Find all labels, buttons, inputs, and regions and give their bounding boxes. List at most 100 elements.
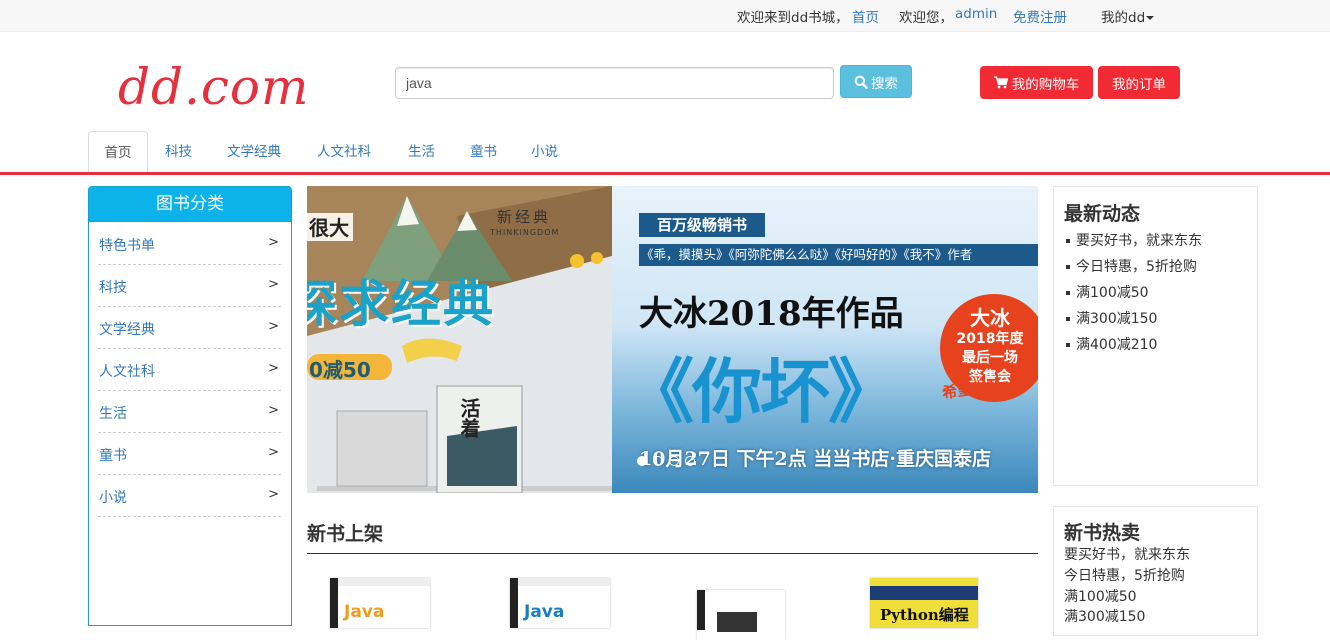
search-input[interactable] bbox=[395, 67, 834, 99]
top-bar: 欢迎来到dd书城， 首页 欢迎您， admin 免费注册 我的dd bbox=[0, 0, 1330, 32]
latest-news-panel: 最新动态 要买好书，就来东东 今日特惠，5折抢购 满100减50 满300减15… bbox=[1053, 186, 1258, 486]
news-item[interactable]: 满100减50 bbox=[1064, 282, 1149, 302]
category-label: 人文社科 bbox=[99, 364, 155, 380]
bullet-icon bbox=[1066, 343, 1070, 347]
logo-text: dd.com bbox=[118, 58, 310, 116]
news-item[interactable]: 满400减210 bbox=[1064, 334, 1157, 354]
tab-children[interactable]: 童书 bbox=[470, 131, 497, 173]
category-label: 小说 bbox=[99, 490, 127, 506]
bullet-icon bbox=[1066, 239, 1070, 243]
banner-corner-text: 很大 bbox=[309, 216, 349, 240]
news-item[interactable]: 满300减150 bbox=[1064, 308, 1157, 328]
sidebar-title: 图书分类 bbox=[89, 187, 291, 222]
my-dd-label: 我的dd bbox=[1101, 10, 1146, 26]
cover-title: Java bbox=[524, 602, 565, 622]
banner-art-left bbox=[307, 186, 612, 493]
banner-tag: 百万级畅销书 bbox=[639, 213, 765, 237]
category-item-literature[interactable]: 文学经典 > bbox=[98, 307, 281, 349]
hot-item[interactable]: 满100减50 bbox=[1064, 586, 1137, 606]
cart-button[interactable]: 我的购物车 bbox=[980, 66, 1093, 99]
search-button[interactable]: 搜索 bbox=[840, 65, 912, 98]
search-icon bbox=[854, 75, 868, 89]
tab-technology[interactable]: 科技 bbox=[165, 131, 192, 173]
banner-left-promo: 0减50 bbox=[309, 358, 371, 382]
banner-right-headline: 大冰2018年作品 bbox=[639, 294, 904, 334]
cover-band bbox=[330, 578, 430, 586]
search-button-label: 搜索 bbox=[871, 75, 898, 92]
category-item-featured[interactable]: 特色书单 > bbox=[98, 223, 281, 265]
bullet-icon bbox=[1066, 291, 1070, 295]
chevron-right-icon: > bbox=[268, 361, 279, 376]
caret-down-icon bbox=[1146, 16, 1155, 20]
badge-line-3: 最后一场 bbox=[962, 350, 1018, 366]
cover-spine bbox=[510, 578, 518, 628]
category-label: 特色书单 bbox=[99, 238, 155, 254]
banner-left-headline: 探求经典 bbox=[307, 275, 495, 333]
banner-slide-dabing[interactable]: 百万级畅销书 《乖，摸摸头》《阿弥陀佛么么哒》《好吗好的》《我不》作者 大冰20… bbox=[612, 186, 1038, 493]
banner-carousel[interactable]: 新经典 THINKINGDOM 很大 探求经典 0减50 活着 百万级畅销书 《… bbox=[307, 186, 1038, 493]
book-cover[interactable]: Java bbox=[330, 578, 430, 628]
cover-band bbox=[870, 586, 978, 600]
banner-book-name: 《你坏》 bbox=[624, 351, 898, 433]
chevron-right-icon: > bbox=[268, 235, 279, 250]
hot-item[interactable]: 今日特惠，5折抢购 bbox=[1064, 565, 1185, 585]
user-link[interactable]: admin bbox=[955, 6, 997, 22]
category-label: 科技 bbox=[99, 280, 127, 296]
category-item-novel[interactable]: 小说 > bbox=[98, 475, 281, 517]
book-cover[interactable] bbox=[697, 590, 785, 640]
home-link[interactable]: 首页 bbox=[852, 10, 879, 26]
carousel-indicator-1[interactable] bbox=[637, 456, 647, 466]
news-item[interactable]: 要买好书，就来东东 bbox=[1064, 230, 1202, 250]
news-text: 满100减50 bbox=[1076, 285, 1149, 301]
banner-slide-thinkingdom[interactable]: 新经典 THINKINGDOM 很大 探求经典 0减50 活着 bbox=[307, 186, 612, 493]
cover-band bbox=[510, 578, 610, 586]
chevron-right-icon: > bbox=[268, 319, 279, 334]
register-link[interactable]: 免费注册 bbox=[1013, 10, 1067, 26]
banner-book-title: 活着 bbox=[457, 398, 481, 438]
bullet-icon bbox=[1066, 265, 1070, 269]
tab-home[interactable]: 首页 bbox=[88, 131, 148, 173]
chevron-right-icon: > bbox=[268, 487, 279, 502]
orders-button[interactable]: 我的订单 bbox=[1098, 66, 1180, 99]
carousel-indicator-4[interactable] bbox=[685, 456, 695, 466]
banner-titles-line: 《乖，摸摸头》《阿弥陀佛么么哒》《好吗好的》《我不》作者 bbox=[639, 244, 1038, 266]
book-cover[interactable]: Python编程 bbox=[870, 578, 978, 628]
category-label: 生活 bbox=[99, 406, 127, 422]
my-dd-dropdown[interactable]: 我的dd bbox=[1101, 6, 1155, 26]
book-cover[interactable]: Java bbox=[510, 578, 610, 628]
category-item-children[interactable]: 童书 > bbox=[98, 433, 281, 475]
hot-item[interactable]: 要买好书，就来东东 bbox=[1064, 544, 1190, 564]
news-text: 今日特惠，5折抢购 bbox=[1076, 259, 1197, 275]
news-text: 满300减150 bbox=[1076, 311, 1158, 327]
tab-life[interactable]: 生活 bbox=[408, 131, 435, 173]
category-item-technology[interactable]: 科技 > bbox=[98, 265, 281, 307]
cover-title bbox=[717, 612, 757, 632]
news-item[interactable]: 今日特惠，5折抢购 bbox=[1064, 256, 1197, 276]
tab-humanities[interactable]: 人文社科 bbox=[317, 131, 371, 173]
hello-text: 欢迎您， bbox=[899, 10, 953, 26]
news-text: 满400减210 bbox=[1076, 337, 1158, 353]
category-item-humanities[interactable]: 人文社科 > bbox=[98, 349, 281, 391]
cover-spine bbox=[697, 590, 705, 630]
nav-divider bbox=[0, 172, 1330, 175]
tab-novel[interactable]: 小说 bbox=[531, 131, 558, 173]
category-label: 童书 bbox=[99, 448, 127, 464]
hot-item[interactable]: 满300减150 bbox=[1064, 606, 1145, 626]
banner-brand: 新经典 bbox=[497, 208, 552, 226]
badge-line-2: 2018年度 bbox=[956, 331, 1024, 347]
chevron-right-icon: > bbox=[268, 403, 279, 418]
hot-books-panel: 新书热卖 要买好书，就来东东 今日特惠，5折抢购 满100减50 满300减15… bbox=[1053, 506, 1258, 636]
carousel-indicator-3[interactable] bbox=[669, 456, 679, 466]
new-books-title: 新书上架 bbox=[307, 523, 384, 545]
news-text: 要买好书，就来东东 bbox=[1076, 233, 1202, 249]
tab-literature[interactable]: 文学经典 bbox=[227, 131, 281, 173]
cover-spine bbox=[330, 578, 338, 628]
carousel-indicator-2[interactable] bbox=[653, 456, 663, 466]
bullet-icon bbox=[1066, 317, 1070, 321]
site-logo[interactable]: dd.com bbox=[118, 52, 338, 122]
latest-news-title: 最新动态 bbox=[1064, 203, 1141, 225]
category-item-life[interactable]: 生活 > bbox=[98, 391, 281, 433]
banner-brand-en: THINKINGDOM bbox=[490, 228, 560, 237]
category-sidebar: 图书分类 特色书单 > 科技 > 文学经典 > 人文社科 > 生活 > 童书 > 小说 > bbox=[88, 186, 292, 626]
new-books-divider bbox=[307, 553, 1038, 554]
